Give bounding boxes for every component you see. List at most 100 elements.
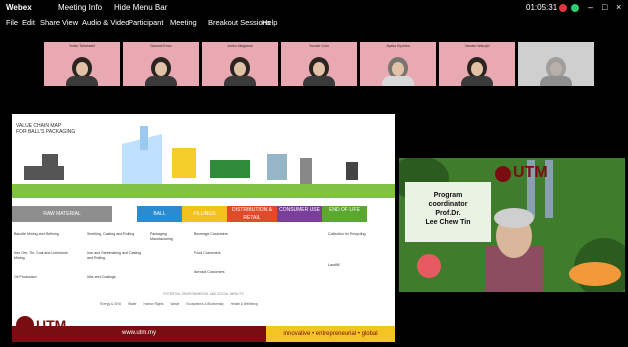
menu-view[interactable]: View [62, 18, 78, 27]
title-bar: Webex Meeting Info Hide Menu Bar 01:05:3… [0, 0, 628, 16]
participant-name: Ayaka Kiyohira [386, 44, 410, 48]
participant-body [145, 76, 177, 86]
participant-body [224, 76, 256, 86]
fillings-column: Beverage Customers Food Customers Aeroso… [194, 232, 239, 275]
stage-raw-material: RAW MATERIAL [12, 206, 112, 222]
column-text: Beverage Customers [194, 232, 228, 236]
column-text: Iron Ore, Tin, Coal and Limestone Mining [14, 251, 68, 260]
maximize-icon[interactable]: □ [602, 2, 607, 12]
participant-tile[interactable]: Yusuke Goto [281, 42, 357, 86]
legend-row: Energy & GHG Water Human Rights Waste Ec… [100, 302, 258, 306]
meeting-timer: 01:05:31 [526, 3, 558, 12]
column-text: Bauxite Mining and Refining [14, 232, 59, 236]
utm-crest-icon [495, 166, 511, 182]
raw-material-column: Bauxite Mining and Refining Iron Ore, Ti… [14, 232, 74, 280]
value-chain-illustration [12, 126, 395, 198]
participant-face [155, 62, 167, 76]
ball-column: Packaging Manufacturing [150, 232, 190, 242]
minimize-icon[interactable]: – [588, 2, 593, 12]
participant-name: Yoriko Takahashi [68, 44, 96, 48]
participant-body [461, 76, 493, 86]
column-text: Packaging Manufacturing [150, 232, 173, 241]
menu-help[interactable]: Help [262, 18, 277, 27]
shared-slide: VALUE CHAIN MAP FOR BALL'S PACKAGING RAW… [12, 114, 395, 342]
participant-tile[interactable] [518, 42, 594, 86]
close-icon[interactable]: × [616, 2, 621, 12]
participant-body [382, 76, 414, 86]
column-text: Iron and Steelmaking and Casting and Rol… [87, 251, 142, 260]
end-of-life-column: Collection for Recycling Landfill [328, 232, 373, 268]
participant-tile[interactable]: Junko Akagiwari [202, 42, 278, 86]
legend-waste: Waste [170, 302, 180, 306]
column-text: Inks and Coatings [87, 275, 116, 279]
stage-ball: BALL [137, 206, 182, 222]
participant-name: Yusuke Goto [308, 44, 330, 48]
record-status-icon[interactable] [559, 4, 567, 12]
participant-tile[interactable]: Yoriko Takahashi [44, 42, 120, 86]
legend-water: Water [128, 302, 137, 306]
menu-bar: File Edit Share View Audio & Video Parti… [0, 16, 628, 30]
legend-ecosystems: Ecosystems & Biodiversity [186, 302, 224, 306]
bin-icon [346, 162, 358, 180]
chimney-icon [140, 126, 148, 150]
column-text: Smelting, Casting and Rolling [87, 232, 135, 236]
coordinator-caption: Program coordinator Prof.Dr. Lee Chew Ti… [418, 191, 478, 227]
coordinator-line2: coordinator [428, 201, 468, 208]
menu-share[interactable]: Share [40, 18, 60, 27]
participant-name: Nanami Endo [150, 44, 172, 48]
coordinator-line3: Prof.Dr. [435, 210, 461, 217]
meeting-info-button[interactable]: Meeting Info [58, 3, 102, 12]
participant-tile[interactable]: Yamato Wakojiri [439, 42, 515, 86]
legend-human-rights: Human Rights [143, 302, 164, 306]
green-arrow [12, 184, 395, 198]
participant-body [303, 76, 335, 86]
stage-fillings: FILLINGS [182, 206, 227, 222]
excavator-cab-icon [42, 154, 58, 166]
utm-url: www.utm.my [122, 330, 157, 336]
stage-distribution-retail: DISTRIBUTION & RETAIL [227, 206, 277, 222]
participant-name: Yamato Wakojiri [464, 44, 490, 48]
legend-energy: Energy & GHG [100, 302, 122, 306]
menu-participant[interactable]: Participant [128, 18, 163, 27]
person-icon [300, 158, 312, 184]
hide-menu-bar-button[interactable]: Hide Menu Bar [114, 3, 167, 12]
participant-face [76, 62, 88, 76]
video-utm-logo: UTM [513, 164, 548, 181]
column-text: Landfill [328, 263, 340, 267]
store-icon [267, 154, 287, 180]
participant-tile[interactable]: Ayaka Kiyohira [360, 42, 436, 86]
utm-tagline: innovative • entrepreneurial • global [266, 326, 395, 342]
participant-tile[interactable]: Nanami Endo [123, 42, 199, 86]
slide-footer: www.utm.my innovative • entrepreneurial … [12, 326, 395, 342]
menu-meeting[interactable]: Meeting [170, 18, 197, 27]
bottles-icon [172, 148, 196, 178]
speaker-video[interactable]: UTM Program coordinator Prof.Dr. Lee Che… [399, 158, 625, 292]
menu-edit[interactable]: Edit [22, 18, 35, 27]
legend-title: POTENTIAL ENVIRONMENTAL AND SOCIAL IMPAC… [163, 292, 244, 296]
participant-face [234, 62, 246, 76]
column-text: Collection for Recycling [328, 232, 366, 236]
webex-logo: Webex [6, 3, 32, 12]
menu-audio-video[interactable]: Audio & Video [82, 18, 129, 27]
stage-consumer-use: CONSUMER USE [277, 206, 322, 222]
legend-health: Health & Wellbeing [230, 302, 258, 306]
participant-name: Junko Akagiwari [227, 44, 253, 48]
excavator-icon [24, 166, 64, 180]
participant-body [540, 76, 572, 86]
column-text: Aerosol Customers [194, 270, 225, 274]
participant-face [471, 62, 483, 76]
smelting-column: Smelting, Casting and Rolling Iron and S… [87, 232, 142, 280]
stage-end-of-life: END OF LIFE [322, 206, 367, 222]
menu-file[interactable]: File [6, 18, 18, 27]
coordinator-line4: Lee Chew Tin [425, 219, 471, 226]
coordinator-line1: Program [433, 192, 463, 199]
participant-face [392, 62, 404, 76]
column-text: Food Customers [194, 251, 221, 255]
column-text: Oil Production [14, 275, 37, 279]
connection-status-icon[interactable] [571, 4, 579, 12]
truck-icon [210, 160, 250, 178]
participant-face [550, 62, 562, 76]
participant-strip: Yoriko Takahashi Nanami Endo Junko Akagi… [0, 42, 628, 88]
participant-body [66, 76, 98, 86]
participant-face [313, 62, 325, 76]
